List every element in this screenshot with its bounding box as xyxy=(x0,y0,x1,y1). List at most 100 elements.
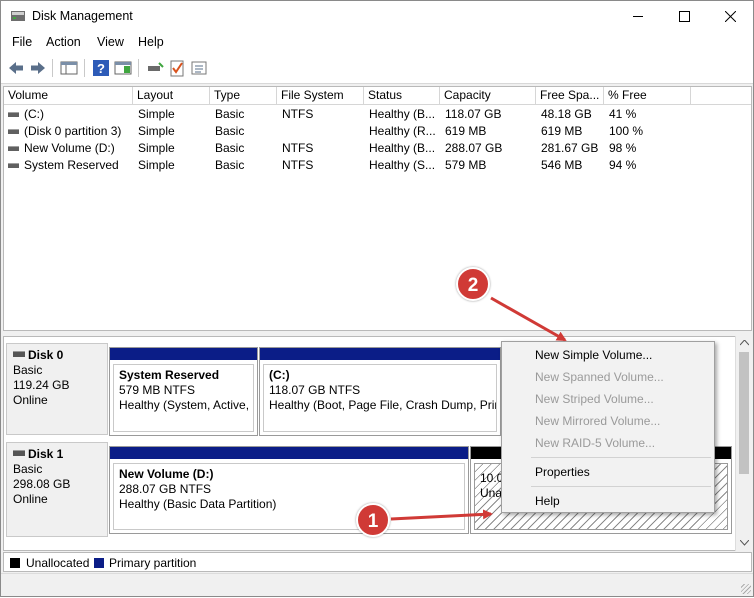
column-header-file-system[interactable]: File System xyxy=(277,87,364,105)
volume-icon xyxy=(8,112,19,117)
primary-partition-bar xyxy=(110,348,257,360)
menu-new-mirrored-volume[interactable]: New Mirrored Volume... xyxy=(535,414,660,428)
column-header-layout[interactable]: Layout xyxy=(133,87,210,105)
menu-separator xyxy=(531,457,711,458)
show-hide-console-tree-icon[interactable] xyxy=(59,58,79,78)
title-bar: Disk Management xyxy=(1,1,753,32)
volume-icon xyxy=(8,129,19,134)
table-row[interactable]: System Reserved Simple Basic NTFS Health… xyxy=(4,157,751,174)
menu-view[interactable]: View xyxy=(97,35,124,49)
legend-bar: Unallocated Primary partition xyxy=(3,552,752,572)
cell-type: Basic xyxy=(215,124,245,138)
disk-0-status: Online xyxy=(13,393,48,407)
cell-type: Basic xyxy=(215,158,245,172)
column-header-type[interactable]: Type xyxy=(210,87,277,105)
scroll-up-icon[interactable] xyxy=(740,340,749,346)
close-button[interactable] xyxy=(707,1,753,32)
cell-percent-free: 41 % xyxy=(609,107,637,121)
cell-type: Basic xyxy=(215,107,245,121)
help-icon[interactable]: ? xyxy=(91,58,111,78)
show-hide-action-pane-icon[interactable] xyxy=(113,58,133,78)
disk-1-type: Basic xyxy=(13,462,43,476)
menu-new-raid5-volume[interactable]: New RAID-5 Volume... xyxy=(535,436,655,450)
volume-list: Volume Layout Type File System Status Ca… xyxy=(3,86,752,331)
disk-icon xyxy=(13,351,25,357)
scrollbar-thumb[interactable] xyxy=(739,352,749,474)
cell-file-system: NTFS xyxy=(282,141,314,155)
connect-disk-icon[interactable] xyxy=(145,58,165,78)
partition-size: 579 MB NTFS xyxy=(119,383,196,397)
menu-properties[interactable]: Properties xyxy=(535,465,590,479)
close-icon xyxy=(725,11,736,22)
column-header-volume[interactable]: Volume xyxy=(4,87,133,105)
disk-1-label[interactable]: Disk 1 Basic 298.08 GB Online xyxy=(6,442,108,537)
column-header-capacity[interactable]: Capacity xyxy=(440,87,536,105)
menu-new-simple-volume[interactable]: New Simple Volume... xyxy=(535,348,652,362)
cell-volume: (C:) xyxy=(24,107,44,121)
cell-volume: (Disk 0 partition 3) xyxy=(24,124,122,138)
cell-volume: System Reserved xyxy=(24,158,119,172)
maximize-button[interactable] xyxy=(661,1,707,32)
partition-system-reserved[interactable]: System Reserved 579 MB NTFS Healthy (Sys… xyxy=(109,347,258,436)
cell-layout: Simple xyxy=(138,124,175,138)
toolbar-separator xyxy=(84,59,85,77)
window-title: Disk Management xyxy=(32,9,133,23)
primary-partition-bar xyxy=(110,447,468,459)
unallocated-swatch xyxy=(10,558,20,568)
cell-layout: Simple xyxy=(138,141,175,155)
settings-list-icon[interactable] xyxy=(189,58,209,78)
menu-new-spanned-volume[interactable]: New Spanned Volume... xyxy=(535,370,664,384)
partition-c-drive[interactable]: (C:) 118.07 GB NTFS Healthy (Boot, Page … xyxy=(259,347,501,436)
menu-bar: File Action View Help xyxy=(1,32,753,53)
cell-layout: Simple xyxy=(138,107,175,121)
table-row[interactable]: (Disk 0 partition 3) Simple Basic Health… xyxy=(4,123,751,140)
column-header-free-space[interactable]: Free Spa... xyxy=(536,87,604,105)
partition-name: (C:) xyxy=(269,368,290,382)
disk-0-size: 119.24 GB xyxy=(13,378,70,392)
cell-type: Basic xyxy=(215,141,245,155)
annotation-badge-1: 1 xyxy=(356,503,390,537)
toolbar-separator xyxy=(138,59,139,77)
menu-help[interactable]: Help xyxy=(138,35,164,49)
cell-percent-free: 98 % xyxy=(609,141,637,155)
menu-help-item[interactable]: Help xyxy=(535,494,560,508)
volume-icon xyxy=(8,163,19,168)
cell-free-space: 546 MB xyxy=(541,158,583,172)
scroll-down-icon[interactable] xyxy=(740,540,749,546)
context-menu: New Simple Volume... New Spanned Volume.… xyxy=(501,341,715,513)
cell-status: Healthy (B... xyxy=(369,141,436,155)
table-row[interactable]: New Volume (D:) Simple Basic NTFS Health… xyxy=(4,140,751,157)
cell-percent-free: 94 % xyxy=(609,158,637,172)
graphical-view-scrollbar[interactable] xyxy=(735,336,752,551)
menu-new-striped-volume[interactable]: New Striped Volume... xyxy=(535,392,654,406)
partition-new-volume-d[interactable]: New Volume (D:) 288.07 GB NTFS Healthy (… xyxy=(109,446,469,534)
partition-status: Healthy (System, Active, P xyxy=(119,398,254,412)
disk-management-app-icon xyxy=(11,11,25,21)
disk-0-label[interactable]: Disk 0 Basic 119.24 GB Online xyxy=(6,343,108,435)
disk-management-window: Disk Management File Action View Help ? … xyxy=(0,0,754,597)
table-row[interactable]: (C:) Simple Basic NTFS Healthy (B... 118… xyxy=(4,106,751,123)
menu-file[interactable]: File xyxy=(12,35,32,49)
primary-partition-bar xyxy=(260,348,500,360)
primary-partition-swatch xyxy=(94,558,104,568)
partition-name: System Reserved xyxy=(119,368,220,382)
minimize-button[interactable] xyxy=(615,1,661,32)
column-header-status[interactable]: Status xyxy=(364,87,440,105)
maximize-icon xyxy=(679,11,690,22)
menu-separator xyxy=(531,486,711,487)
resize-grip-icon[interactable] xyxy=(741,584,751,594)
menu-action[interactable]: Action xyxy=(46,35,81,49)
cell-status: Healthy (S... xyxy=(369,158,436,172)
toolbar: ? xyxy=(1,53,753,84)
cell-status: Healthy (B... xyxy=(369,107,436,121)
cell-capacity: 118.07 GB xyxy=(445,107,502,121)
properties-checkmark-icon[interactable] xyxy=(167,58,187,78)
legend-unallocated: Unallocated xyxy=(26,556,90,570)
disk-1-name: Disk 1 xyxy=(28,447,64,461)
column-header-filler xyxy=(691,87,751,105)
forward-arrow-icon[interactable] xyxy=(28,58,48,78)
partition-size: 118.07 GB NTFS xyxy=(269,383,361,397)
cell-capacity: 288.07 GB xyxy=(445,141,503,155)
column-header-percent-free[interactable]: % Free xyxy=(604,87,691,105)
back-arrow-icon[interactable] xyxy=(6,58,26,78)
